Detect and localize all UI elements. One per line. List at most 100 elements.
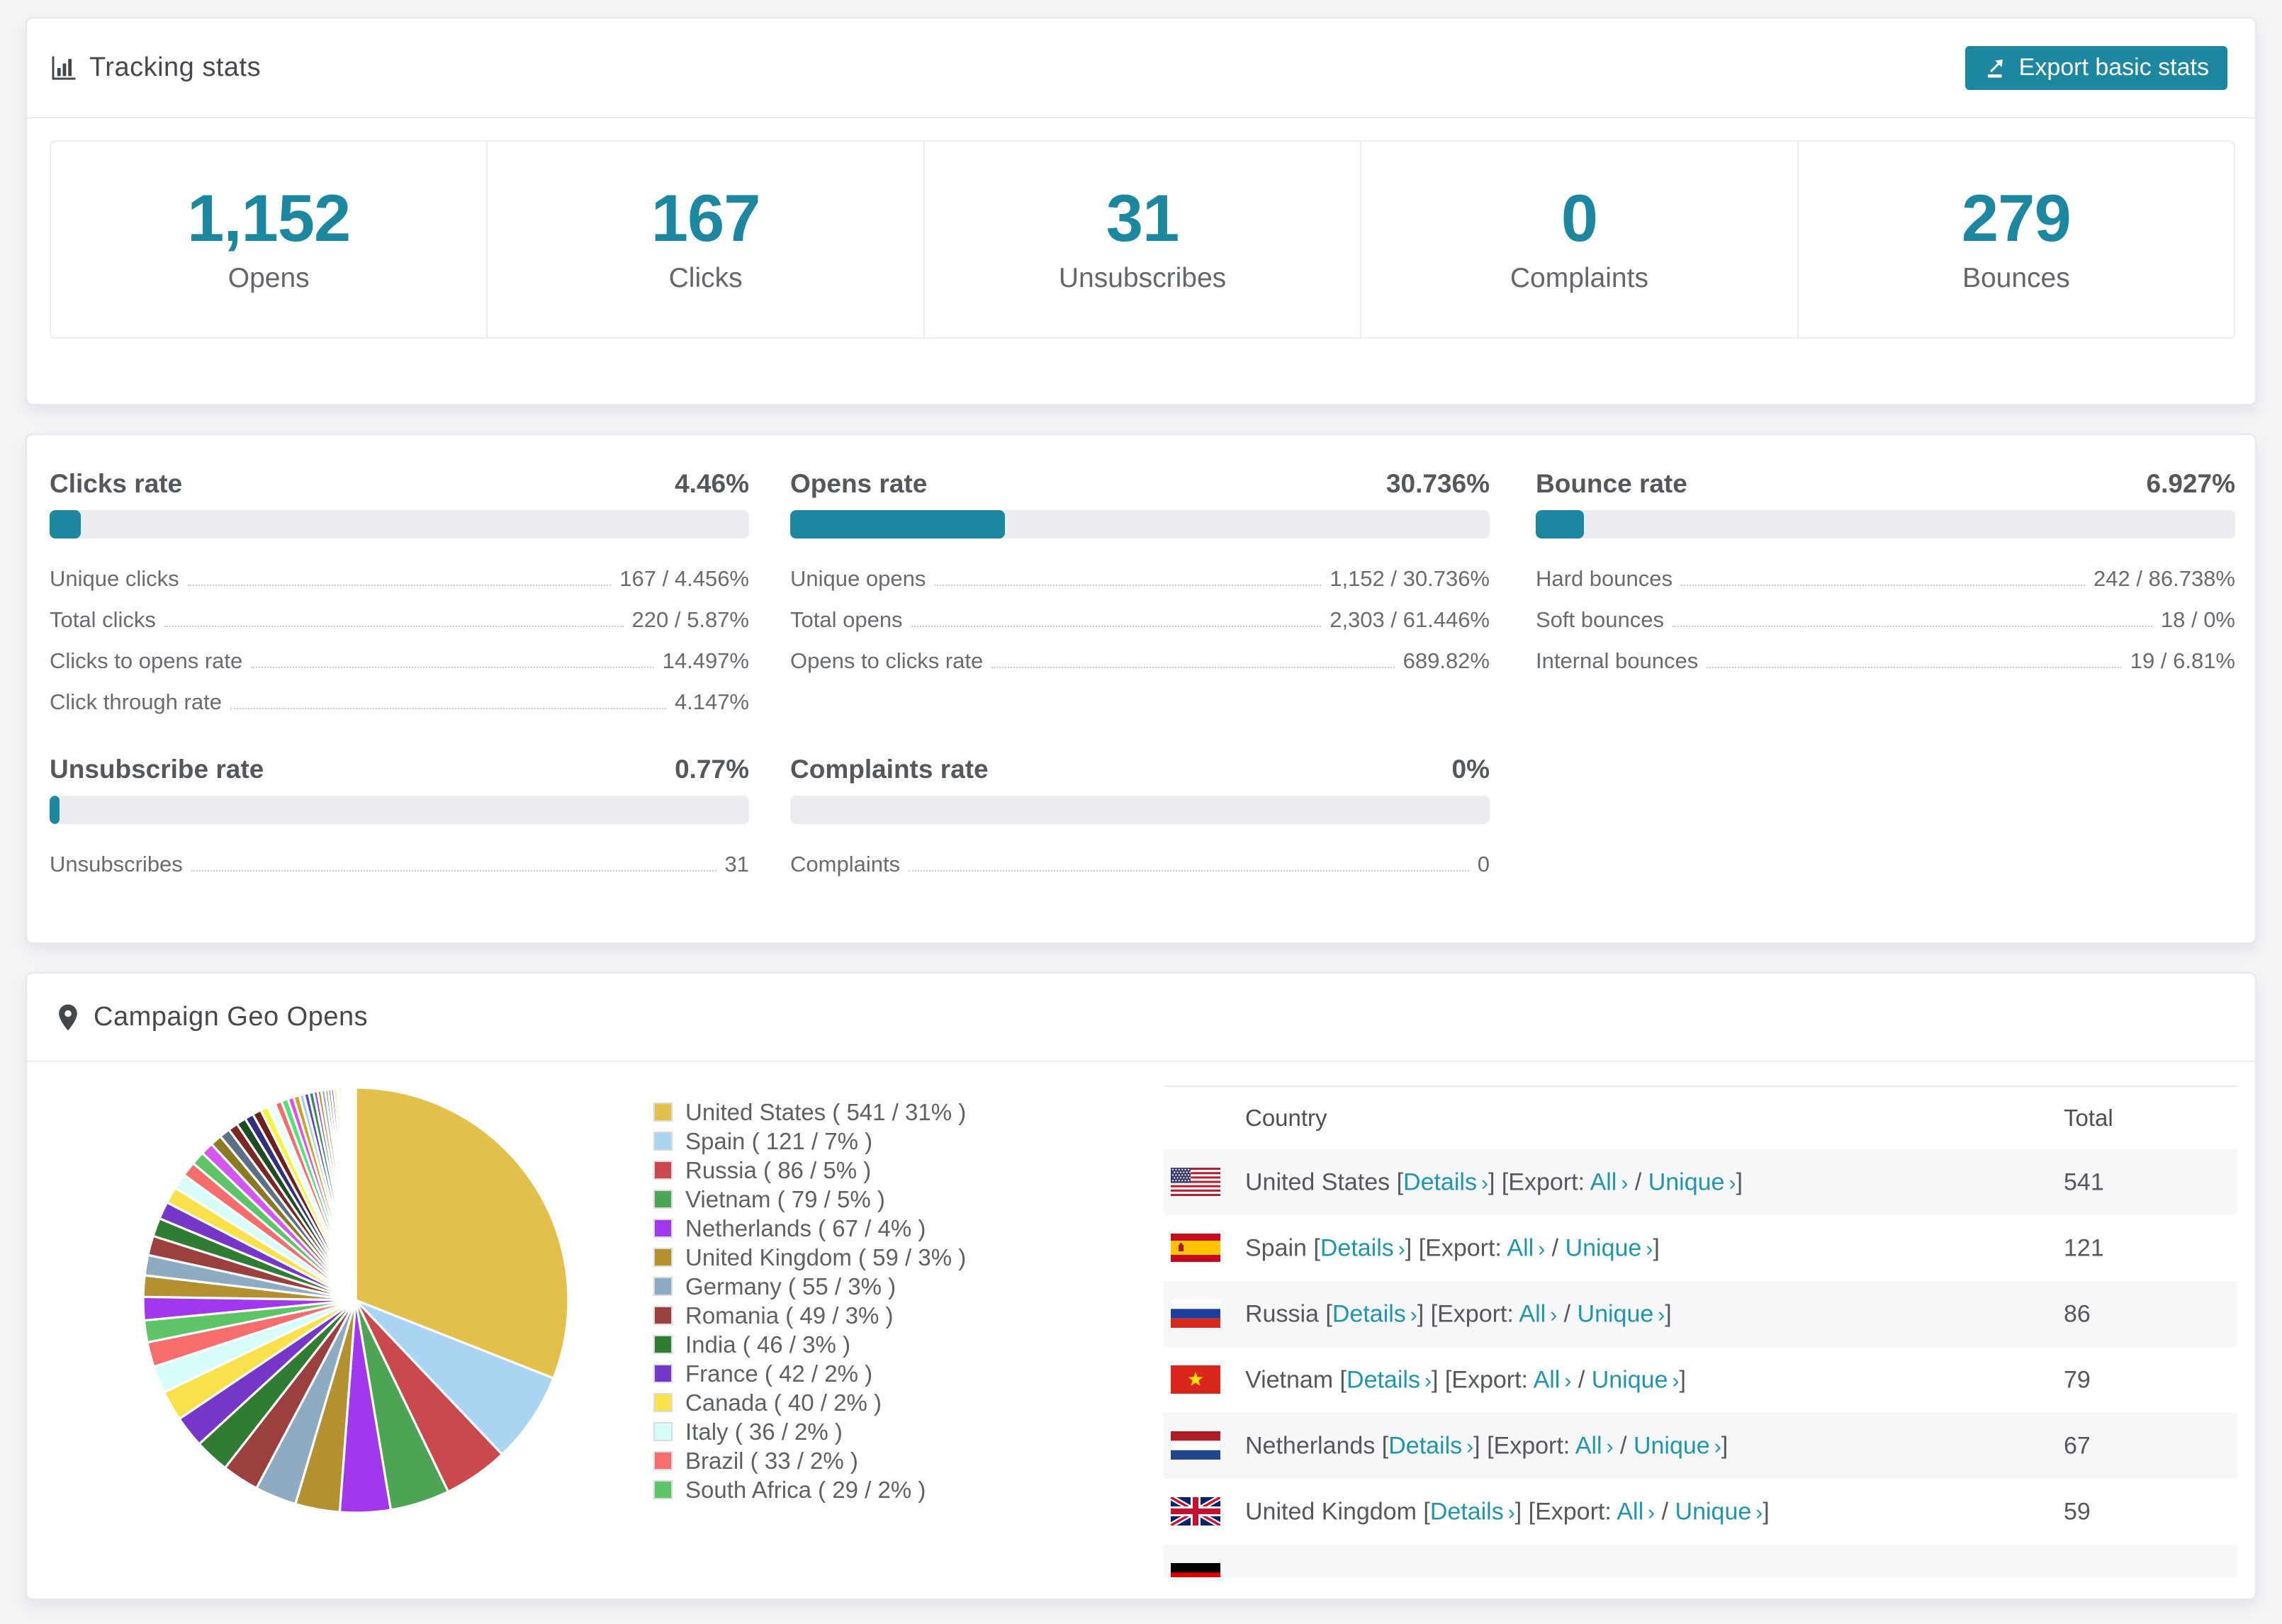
legend-label: United Kingdom ( 59 / 3% ) xyxy=(685,1244,967,1270)
export-unique-link[interactable]: Unique › xyxy=(1675,1498,1763,1525)
stat-label: Opens xyxy=(227,263,310,293)
rate-progress-bar xyxy=(790,796,1490,824)
legend-swatch xyxy=(653,1248,673,1267)
details-link[interactable]: Details › xyxy=(1320,1234,1405,1261)
detail-label: Unique opens xyxy=(790,566,926,591)
export-all-link[interactable]: All › xyxy=(1534,1366,1572,1393)
legend-item: Brazil ( 33 / 2% ) xyxy=(653,1446,966,1475)
legend-label: Italy ( 36 / 2% ) xyxy=(685,1418,843,1445)
export-all-link[interactable]: All › xyxy=(1617,1498,1655,1525)
legend-item: United States ( 541 / 31% ) xyxy=(653,1098,966,1127)
rate-progress-fill xyxy=(50,796,60,824)
rate-progress-fill xyxy=(1536,510,1585,538)
table-row-nl: Netherlands [Details ›] [Export: All › / U… xyxy=(1164,1413,2237,1479)
rate-detail-row: Unique clicks 167 / 4.456% xyxy=(50,558,749,599)
export-basic-stats-button[interactable]: Export basic stats xyxy=(1965,45,2227,90)
export-unique-link[interactable]: Unique › xyxy=(1634,1432,1721,1459)
rate-detail-row: Internal bounces 19 / 6.81% xyxy=(1536,641,2235,682)
summary-stats-strip: 1,152 Opens 167 Clicks 31 Unsubscribes 0 Compla… xyxy=(50,140,2235,339)
column-header-country: Country xyxy=(1245,1105,1327,1131)
table-row-ru: Russia [Details ›] [Export: All › / Unique… xyxy=(1164,1281,2237,1347)
rate-value: 0.77% xyxy=(675,755,749,784)
flag-ru-icon xyxy=(1171,1299,1220,1328)
detail-label: Soft bounces xyxy=(1536,607,1664,632)
legend-swatch xyxy=(653,1335,673,1354)
map-pin-icon xyxy=(52,1002,84,1033)
legend-item: Vietnam ( 79 / 5% ) xyxy=(653,1185,966,1214)
rate-value: 0% xyxy=(1451,755,1490,784)
total-cell: 67 xyxy=(2064,1432,2091,1459)
dotted-leader xyxy=(934,585,1322,586)
stat-label: Complaints xyxy=(1510,263,1648,293)
detail-value: 19 / 6.81% xyxy=(2130,648,2235,673)
details-link[interactable]: Details › xyxy=(1347,1366,1432,1393)
detail-value: 14.497% xyxy=(662,648,749,673)
rate-detail-row: Soft bounces 18 / 0% xyxy=(1536,599,2235,641)
export-unique-link[interactable]: Unique › xyxy=(1648,1168,1736,1195)
detail-value: 0 xyxy=(1477,852,1490,876)
summary-stat-clicks: 167 Clicks xyxy=(488,142,925,337)
table-row-vn: Vietnam [Details ›] [Export: All › / Uniqu… xyxy=(1164,1347,2237,1413)
export-unique-link[interactable]: Unique › xyxy=(1566,1234,1653,1261)
pie-legend: United States ( 541 / 31% ) Spain ( 121 /… xyxy=(653,1098,966,1504)
rate-detail-row: Hard bounces 242 / 86.738% xyxy=(1536,558,2235,599)
legend-item: Canada ( 40 / 2% ) xyxy=(653,1388,966,1417)
legend-swatch xyxy=(653,1190,673,1209)
legend-label: Brazil ( 33 / 2% ) xyxy=(685,1447,858,1474)
legend-item: Italy ( 36 / 2% ) xyxy=(653,1417,966,1446)
rate-detail-row: Click through rate 4.147% xyxy=(50,682,749,723)
complaints-rate-block: Complaints rate 0% Complaints 0 xyxy=(790,755,1490,885)
dotted-leader xyxy=(991,667,1395,668)
total-cell: 59 xyxy=(2064,1498,2091,1525)
table-row-us: United States [Details ›] [Export: All › /… xyxy=(1164,1149,2237,1215)
geo-opens-title: Campaign Geo Opens xyxy=(94,1002,369,1032)
legend-item: France ( 42 / 2% ) xyxy=(653,1359,966,1388)
detail-label: Complaints xyxy=(790,852,901,876)
detail-value: 167 / 4.456% xyxy=(619,566,749,591)
tracking-stats-header: Tracking stats Export basic stats xyxy=(27,18,2255,118)
rate-detail-row: Total opens 2,303 / 61.446% xyxy=(790,599,1490,641)
detail-label: Total opens xyxy=(790,607,903,632)
country-cell: Spain [Details ›] [Export: All › / Unique ›… xyxy=(1245,1234,1660,1261)
details-link[interactable]: Details › xyxy=(1388,1432,1473,1459)
rate-detail-row: Opens to clicks rate 689.82% xyxy=(790,641,1490,682)
detail-value: 2,303 / 61.446% xyxy=(1330,607,1490,632)
geo-opens-header: Campaign Geo Opens xyxy=(27,974,2255,1062)
country-cell: Netherlands [Details ›] [Export: All › / U… xyxy=(1245,1432,1729,1459)
rate-value: 4.46% xyxy=(675,469,749,498)
export-all-link[interactable]: All › xyxy=(1507,1234,1545,1261)
stat-value: 31 xyxy=(1106,181,1180,255)
detail-label: Unique clicks xyxy=(50,566,179,591)
country-cell: United Kingdom [Details ›] [Export: All › … xyxy=(1245,1498,1770,1525)
details-link[interactable]: Details › xyxy=(1430,1498,1515,1525)
detail-value: 242 / 86.738% xyxy=(2093,566,2235,591)
details-link[interactable]: Details › xyxy=(1332,1300,1417,1327)
total-cell: 79 xyxy=(2064,1366,2091,1393)
legend-label: South Africa ( 29 / 2% ) xyxy=(685,1476,926,1503)
stat-value: 1,152 xyxy=(187,181,351,255)
export-all-link[interactable]: All › xyxy=(1519,1300,1557,1327)
export-unique-link[interactable]: Unique › xyxy=(1578,1300,1665,1327)
bounce-rate-block: Bounce rate 6.927% Hard bounces 242 / 86.73… xyxy=(1536,469,2235,682)
detail-label: Internal bounces xyxy=(1536,648,1699,673)
export-all-link[interactable]: All › xyxy=(1575,1432,1614,1459)
dotted-leader xyxy=(1681,585,2086,586)
detail-label: Unsubscribes xyxy=(50,852,183,876)
flag-de-icon xyxy=(1171,1563,1220,1577)
legend-label: Vietnam ( 79 / 5% ) xyxy=(685,1185,885,1212)
legend-item: Russia ( 86 / 5% ) xyxy=(653,1156,966,1185)
detail-label: Opens to clicks rate xyxy=(790,648,984,673)
pie-slice-other[interactable] xyxy=(354,1086,357,1302)
export-all-link[interactable]: All › xyxy=(1590,1168,1629,1195)
flag-es-icon xyxy=(1171,1234,1220,1262)
legend-swatch xyxy=(653,1422,673,1441)
export-icon xyxy=(1987,59,2003,77)
export-unique-link[interactable]: Unique › xyxy=(1592,1366,1680,1393)
legend-item: Germany ( 55 / 3% ) xyxy=(653,1272,966,1301)
details-link[interactable]: Details › xyxy=(1403,1168,1488,1195)
detail-label: Clicks to opens rate xyxy=(50,648,243,673)
rate-progress-bar xyxy=(50,796,749,824)
legend-item: United Kingdom ( 59 / 3% ) xyxy=(653,1243,966,1272)
rate-progress-fill xyxy=(50,510,82,538)
rate-detail-row: Complaints 0 xyxy=(790,844,1490,885)
